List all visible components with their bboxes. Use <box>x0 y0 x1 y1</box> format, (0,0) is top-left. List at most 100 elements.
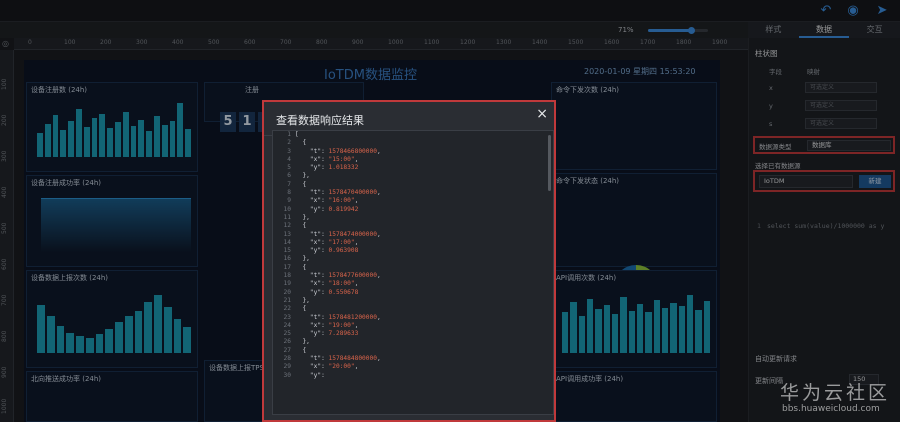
code-line: 23 "t": 1578481200000, <box>273 314 553 322</box>
modal-title: 查看数据响应结果 <box>276 114 364 127</box>
code-key: "t": <box>295 355 329 363</box>
watermark-title: 华为云社区 <box>780 382 891 404</box>
code-line: 29 "x": "20:00", <box>273 363 553 371</box>
code-key: "y": <box>295 371 329 379</box>
code-value: 0.819942 <box>328 205 359 213</box>
code-line: 11 }, <box>273 214 553 222</box>
line-number: 14 <box>283 238 291 246</box>
code-line: 12 { <box>273 222 553 230</box>
code-value: 0.963908 <box>328 247 359 255</box>
code-text: { <box>295 263 307 271</box>
code-text: { <box>295 139 307 147</box>
code-key: "x": <box>295 197 329 205</box>
line-number: 17 <box>283 263 291 271</box>
line-number: 10 <box>283 205 291 213</box>
response-modal: 查看数据响应结果 × 1[2 {3 "t": 1578466800000, 4 "… <box>262 100 556 422</box>
code-line: 26 }, <box>273 338 553 346</box>
code-punct: , <box>354 321 359 329</box>
code-text: { <box>295 180 307 188</box>
code-line: 10 "y": 0.819942 <box>273 206 553 214</box>
code-punct: , <box>376 189 381 197</box>
code-text: [ <box>295 131 299 138</box>
code-value: 1578474000000 <box>328 230 377 238</box>
code-text: }, <box>295 296 310 304</box>
code-line: 1[ <box>273 131 553 139</box>
code-key: "x": <box>295 321 329 329</box>
code-line: 19 "x": "18:00", <box>273 280 553 288</box>
code-line: 30 "y": <box>273 372 553 380</box>
line-number: 3 <box>287 147 291 155</box>
code-value: "18:00" <box>328 280 355 288</box>
line-number: 6 <box>287 172 291 180</box>
code-key: "y": <box>295 164 329 172</box>
code-text: { <box>295 346 307 354</box>
code-value: "17:00" <box>328 238 355 246</box>
line-number: 11 <box>283 213 291 221</box>
line-number: 21 <box>283 296 291 304</box>
code-line: 18 "t": 1578477600000, <box>273 272 553 280</box>
line-number: 24 <box>283 321 291 329</box>
code-line: 7 { <box>273 181 553 189</box>
code-value: "20:00" <box>328 363 355 371</box>
line-number: 23 <box>283 313 291 321</box>
code-value: 1578484800000 <box>328 355 377 363</box>
line-number: 1 <box>287 131 291 138</box>
line-number: 9 <box>287 197 291 205</box>
code-text: }, <box>295 213 310 221</box>
code-line: 14 "x": "17:00", <box>273 239 553 247</box>
response-code-viewer[interactable]: 1[2 {3 "t": 1578466800000, 4 "x": "15:00"… <box>272 130 554 415</box>
code-text: { <box>295 222 307 230</box>
line-number: 16 <box>283 255 291 263</box>
code-key: "t": <box>295 147 329 155</box>
line-number: 30 <box>283 371 291 379</box>
code-line: 25 "y": 7.289633 <box>273 330 553 338</box>
line-number: 12 <box>283 222 291 230</box>
code-punct: , <box>376 355 381 363</box>
code-line: 21 }, <box>273 297 553 305</box>
code-value: 1578466800000 <box>328 147 377 155</box>
code-key: "t": <box>295 230 329 238</box>
line-number: 13 <box>283 230 291 238</box>
line-number: 27 <box>283 346 291 354</box>
line-number: 22 <box>283 305 291 313</box>
code-line: 4 "x": "15:00", <box>273 156 553 164</box>
line-number: 28 <box>283 355 291 363</box>
code-punct: , <box>354 280 359 288</box>
code-line: 27 { <box>273 347 553 355</box>
line-number: 19 <box>283 280 291 288</box>
code-text: { <box>295 305 307 313</box>
code-key: "x": <box>295 363 329 371</box>
code-punct: , <box>354 363 359 371</box>
code-key: "t": <box>295 272 329 280</box>
line-number: 15 <box>283 247 291 255</box>
line-number: 7 <box>287 180 291 188</box>
code-key: "t": <box>295 313 329 321</box>
watermark-url: bbs.huaweicloud.com <box>782 404 880 414</box>
line-number: 2 <box>287 139 291 147</box>
close-icon[interactable]: × <box>536 106 548 122</box>
code-punct: , <box>376 147 381 155</box>
line-number: 5 <box>287 164 291 172</box>
line-number: 26 <box>283 338 291 346</box>
code-value: 0.550678 <box>328 288 359 296</box>
code-line: 8 "t": 1578470400000, <box>273 189 553 197</box>
code-punct: , <box>354 155 359 163</box>
code-value: 7.289633 <box>328 330 359 338</box>
code-key: "y": <box>295 288 329 296</box>
line-number: 8 <box>287 189 291 197</box>
code-value: 1578477600000 <box>328 272 377 280</box>
line-number: 25 <box>283 330 291 338</box>
code-key: "x": <box>295 280 329 288</box>
code-key: "y": <box>295 330 329 338</box>
code-text: }, <box>295 338 310 346</box>
code-line: 9 "x": "16:00", <box>273 197 553 205</box>
code-line: 28 "t": 1578484800000, <box>273 355 553 363</box>
code-value: 1.018332 <box>328 164 359 172</box>
code-line: 13 "t": 1578474000000, <box>273 231 553 239</box>
code-line: 3 "t": 1578466800000, <box>273 148 553 156</box>
code-punct: , <box>376 230 381 238</box>
code-line: 5 "y": 1.018332 <box>273 164 553 172</box>
code-key: "x": <box>295 238 329 246</box>
code-line: 22 { <box>273 305 553 313</box>
code-value: "15:00" <box>328 155 355 163</box>
